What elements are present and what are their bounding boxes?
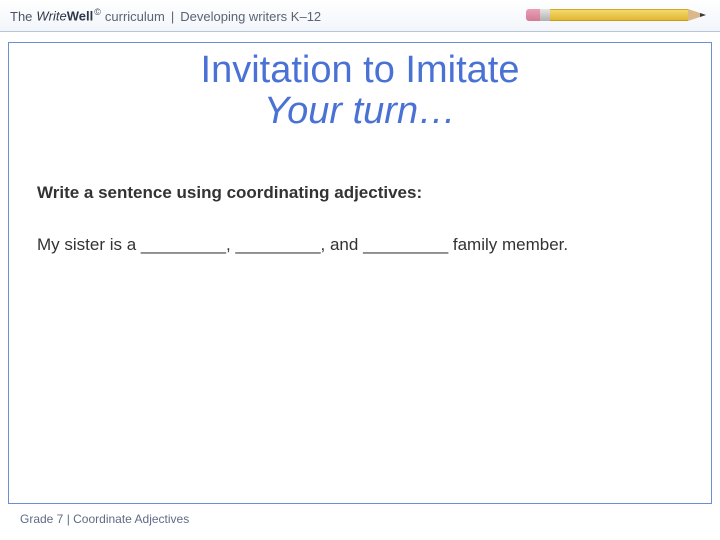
- slide-title-line2: Your turn…: [9, 90, 711, 133]
- pencil-body: [550, 9, 688, 21]
- brand-name: WriteWell©: [36, 7, 100, 23]
- sentence-template: My sister is a _________, _________, and…: [37, 235, 683, 255]
- header-tagline: Developing writers K–12: [180, 9, 321, 24]
- pencil-ferrule: [540, 9, 550, 21]
- slide-content: Write a sentence using coordinating adje…: [9, 133, 711, 255]
- title-block: Invitation to Imitate Your turn…: [9, 43, 711, 133]
- slide-title-line1: Invitation to Imitate: [9, 49, 711, 92]
- pencil-icon: [526, 6, 706, 24]
- slide-footer: Grade 7 | Coordinate Adjectives: [0, 504, 209, 534]
- pencil-tip: [688, 9, 706, 21]
- brand-well: Well: [67, 9, 94, 24]
- footer-text: Grade 7 | Coordinate Adjectives: [20, 512, 189, 526]
- copyright-symbol: ©: [94, 7, 101, 17]
- slide-frame: Invitation to Imitate Your turn… Write a…: [8, 42, 712, 504]
- instruction-text: Write a sentence using coordinating adje…: [37, 183, 683, 203]
- brand-write: Write: [36, 9, 66, 24]
- app-header: The WriteWell© curriculum | Developing w…: [0, 0, 720, 32]
- brand-block: The WriteWell© curriculum | Developing w…: [10, 7, 321, 23]
- header-separator: |: [171, 9, 174, 24]
- pencil-eraser: [526, 9, 540, 21]
- brand-the: The: [10, 9, 32, 24]
- brand-curriculum: curriculum: [105, 9, 165, 24]
